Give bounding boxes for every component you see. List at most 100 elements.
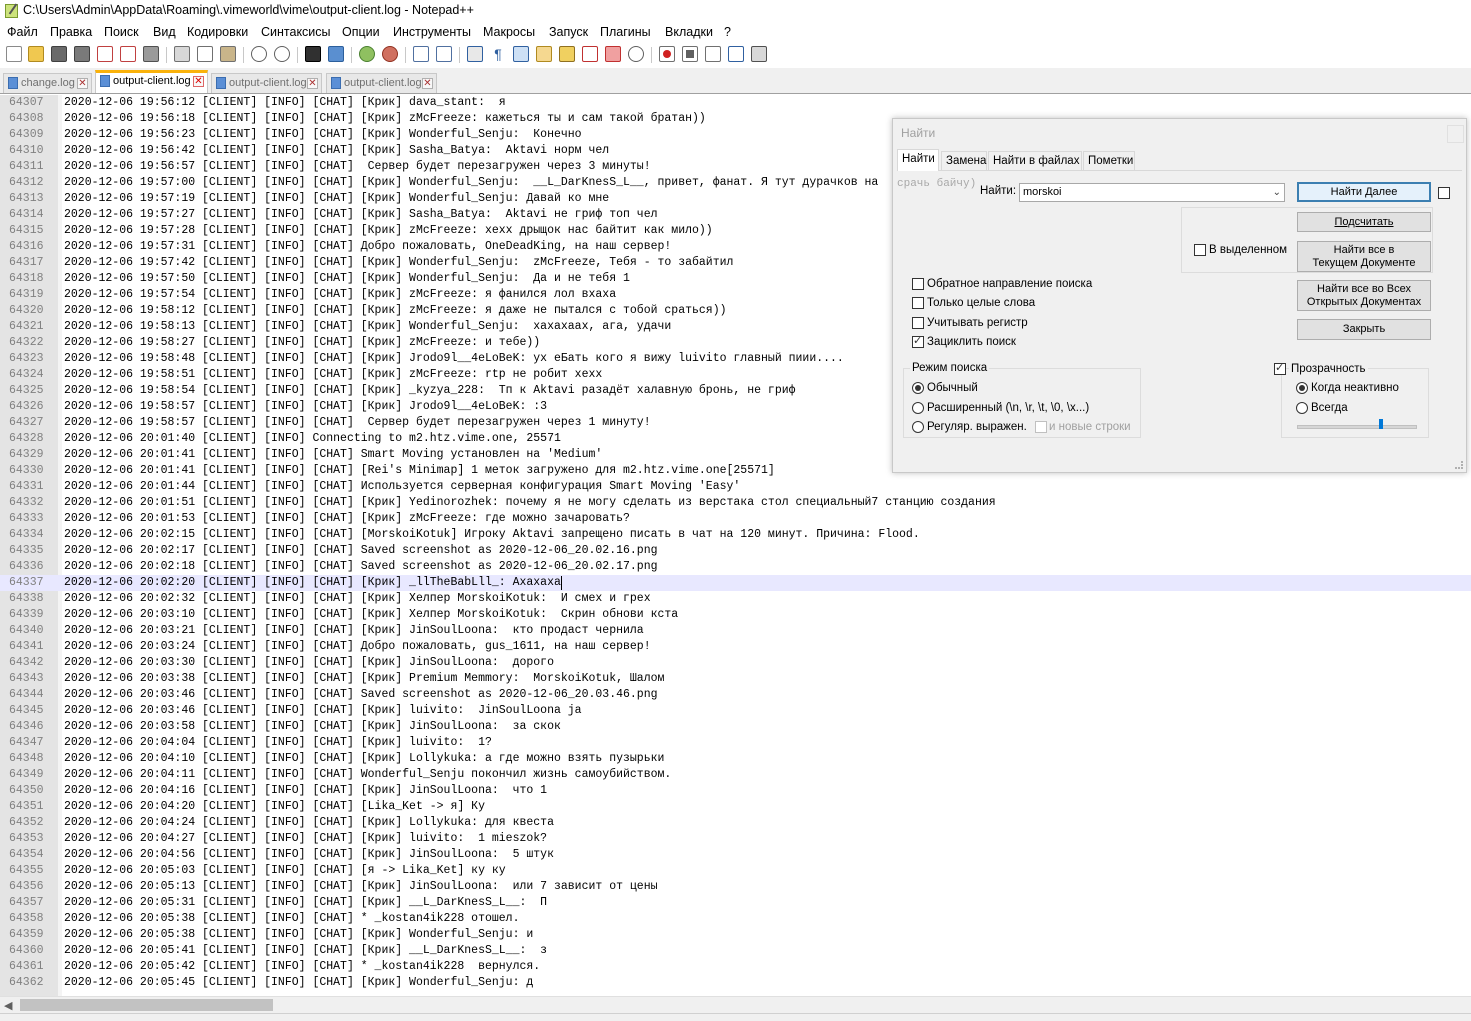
close-icon[interactable]: ✕ [422, 78, 433, 89]
find-next-button[interactable]: Найти Далее [1297, 182, 1431, 202]
tab-find-in-files[interactable]: Найти в файлах [988, 151, 1082, 170]
resize-grip-icon[interactable] [1455, 461, 1463, 469]
save-icon[interactable] [51, 46, 67, 62]
monitoring-eye-icon[interactable] [628, 46, 644, 62]
tab-find[interactable]: Найти [897, 149, 939, 171]
editor-line[interactable]: 64343 2020-12-06 20:03:38 [CLIENT] [INFO]… [0, 671, 1471, 687]
menu-edit[interactable]: Правка [50, 25, 92, 39]
editor-line[interactable]: 64337 2020-12-06 20:02:20 [CLIENT] [INFO]… [0, 575, 1471, 591]
editor-line[interactable]: 64331 2020-12-06 20:01:44 [CLIENT] [INFO]… [0, 479, 1471, 495]
editor-line[interactable]: 64351 2020-12-06 20:04:20 [CLIENT] [INFO]… [0, 799, 1471, 815]
close-file-icon[interactable] [97, 46, 113, 62]
editor-line[interactable]: 64361 2020-12-06 20:05:42 [CLIENT] [INFO]… [0, 959, 1471, 975]
zoom-in-icon[interactable] [359, 46, 375, 62]
menu-tools[interactable]: Инструменты [393, 25, 471, 39]
close-button[interactable]: Закрыть [1297, 319, 1431, 340]
transparency-checkbox[interactable] [1274, 361, 1286, 375]
menu-file[interactable]: Файл [7, 25, 38, 39]
paste-icon[interactable] [220, 46, 236, 62]
undo-icon[interactable] [251, 46, 267, 62]
editor-line[interactable]: 64350 2020-12-06 20:04:16 [CLIENT] [INFO]… [0, 783, 1471, 799]
macro-stop-icon[interactable] [682, 46, 698, 62]
zoom-out-icon[interactable] [382, 46, 398, 62]
mode-regex-radio[interactable] [912, 421, 924, 433]
editor-line[interactable]: 64359 2020-12-06 20:05:38 [CLIENT] [INFO]… [0, 927, 1471, 943]
mode-extended-radio[interactable] [912, 402, 924, 414]
find-all-open-button[interactable]: Найти все во Всех Открытых Документах [1297, 280, 1431, 311]
sync-horizontal-icon[interactable] [436, 46, 452, 62]
menu-encoding[interactable]: Кодировки [187, 25, 248, 39]
close-icon[interactable] [1447, 125, 1464, 143]
editor-line[interactable]: 64354 2020-12-06 20:04:56 [CLIENT] [INFO]… [0, 847, 1471, 863]
tab-mark[interactable]: Пометки [1083, 151, 1135, 170]
doc-list-icon[interactable] [605, 46, 621, 62]
horizontal-scrollbar[interactable]: ◀ [0, 996, 1471, 1013]
editor-line[interactable]: 64346 2020-12-06 20:03:58 [CLIENT] [INFO]… [0, 719, 1471, 735]
macro-save-icon[interactable] [751, 46, 767, 62]
menu-search[interactable]: Поиск [104, 25, 139, 39]
editor-line[interactable]: 64355 2020-12-06 20:05:03 [CLIENT] [INFO]… [0, 863, 1471, 879]
transparency-slider-track[interactable] [1297, 425, 1417, 429]
editor-line[interactable]: 64356 2020-12-06 20:05:13 [CLIENT] [INFO]… [0, 879, 1471, 895]
find-icon[interactable] [305, 46, 321, 62]
menu-window[interactable]: Вкладки [665, 25, 713, 39]
option-whole-word-checkbox[interactable] [912, 297, 924, 309]
editor-line[interactable]: 64344 2020-12-06 20:03:46 [CLIENT] [INFO]… [0, 687, 1471, 703]
open-file-icon[interactable] [28, 46, 44, 62]
transparency-always-radio[interactable] [1296, 402, 1308, 414]
extra-checkbox[interactable] [1438, 187, 1450, 199]
dot-matches-newline-checkbox[interactable] [1035, 421, 1047, 433]
show-all-characters-icon[interactable]: ¶ [490, 46, 506, 62]
sync-vertical-icon[interactable] [413, 46, 429, 62]
doc-map-icon[interactable] [536, 46, 552, 62]
indent-guide-icon[interactable] [513, 46, 529, 62]
copy-icon[interactable] [197, 46, 213, 62]
save-all-icon[interactable] [74, 46, 90, 62]
editor-line[interactable]: 64345 2020-12-06 20:03:46 [CLIENT] [INFO]… [0, 703, 1471, 719]
tab-replace[interactable]: Замена [941, 151, 987, 170]
close-icon[interactable]: ✕ [193, 76, 204, 87]
find-all-current-button[interactable]: Найти все в Текущем Документе [1297, 241, 1431, 272]
menu-view[interactable]: Вид [153, 25, 176, 39]
menu-syntax[interactable]: Синтаксисы [261, 25, 331, 39]
option-wrap-around-checkbox[interactable] [912, 334, 924, 348]
macro-play-icon[interactable] [705, 46, 721, 62]
editor-line[interactable]: 64341 2020-12-06 20:03:24 [CLIENT] [INFO]… [0, 639, 1471, 655]
macro-record-icon[interactable] [659, 46, 675, 62]
editor-line[interactable]: 64342 2020-12-06 20:03:30 [CLIENT] [INFO]… [0, 655, 1471, 671]
function-list-icon[interactable] [559, 46, 575, 62]
close-all-icon[interactable] [120, 46, 136, 62]
menu-plugins[interactable]: Плагины [600, 25, 651, 39]
editor-line[interactable]: 64340 2020-12-06 20:03:21 [CLIENT] [INFO]… [0, 623, 1471, 639]
editor-line[interactable]: 64347 2020-12-06 20:04:04 [CLIENT] [INFO]… [0, 735, 1471, 751]
option-match-case-checkbox[interactable] [912, 317, 924, 329]
in-selection-checkbox[interactable] [1194, 244, 1206, 256]
scrollbar-thumb[interactable] [20, 999, 273, 1011]
editor-line[interactable]: 64362 2020-12-06 20:05:45 [CLIENT] [INFO]… [0, 975, 1471, 991]
editor-line[interactable]: 64338 2020-12-06 20:02:32 [CLIENT] [INFO]… [0, 591, 1471, 607]
editor-line[interactable]: 64339 2020-12-06 20:03:10 [CLIENT] [INFO]… [0, 607, 1471, 623]
chevron-down-icon[interactable]: ⌄ [1273, 184, 1281, 201]
print-icon[interactable] [143, 46, 159, 62]
editor-line[interactable]: 64348 2020-12-06 20:04:10 [CLIENT] [INFO]… [0, 751, 1471, 767]
editor-line[interactable]: 64353 2020-12-06 20:04:27 [CLIENT] [INFO]… [0, 831, 1471, 847]
count-button[interactable]: Подсчитать [1297, 212, 1431, 232]
menu-macros[interactable]: Макросы [483, 25, 535, 39]
editor-line[interactable]: 64357 2020-12-06 20:05:31 [CLIENT] [INFO]… [0, 895, 1471, 911]
editor-line[interactable]: 64333 2020-12-06 20:01:53 [CLIENT] [INFO]… [0, 511, 1471, 527]
macro-run-multiple-icon[interactable] [728, 46, 744, 62]
tab-output-client-log-3[interactable]: output-client.log ✕ [326, 73, 437, 93]
word-wrap-icon[interactable] [467, 46, 483, 62]
menu-run[interactable]: Запуск [549, 25, 588, 39]
cut-icon[interactable] [174, 46, 190, 62]
new-file-icon[interactable] [6, 46, 22, 62]
arrow-left-icon[interactable]: ◀ [4, 999, 12, 1012]
editor-line[interactable]: 64307 2020-12-06 19:56:12 [CLIENT] [INFO]… [0, 95, 1471, 111]
transparency-slider-thumb[interactable] [1379, 419, 1383, 429]
mode-normal-radio[interactable] [912, 382, 924, 394]
redo-icon[interactable] [274, 46, 290, 62]
editor-line[interactable]: 64335 2020-12-06 20:02:17 [CLIENT] [INFO]… [0, 543, 1471, 559]
editor-line[interactable]: 64349 2020-12-06 20:04:11 [CLIENT] [INFO]… [0, 767, 1471, 783]
tab-output-client-log-2[interactable]: output-client.log ✕ [211, 73, 322, 93]
editor-line[interactable]: 64332 2020-12-06 20:01:51 [CLIENT] [INFO]… [0, 495, 1471, 511]
